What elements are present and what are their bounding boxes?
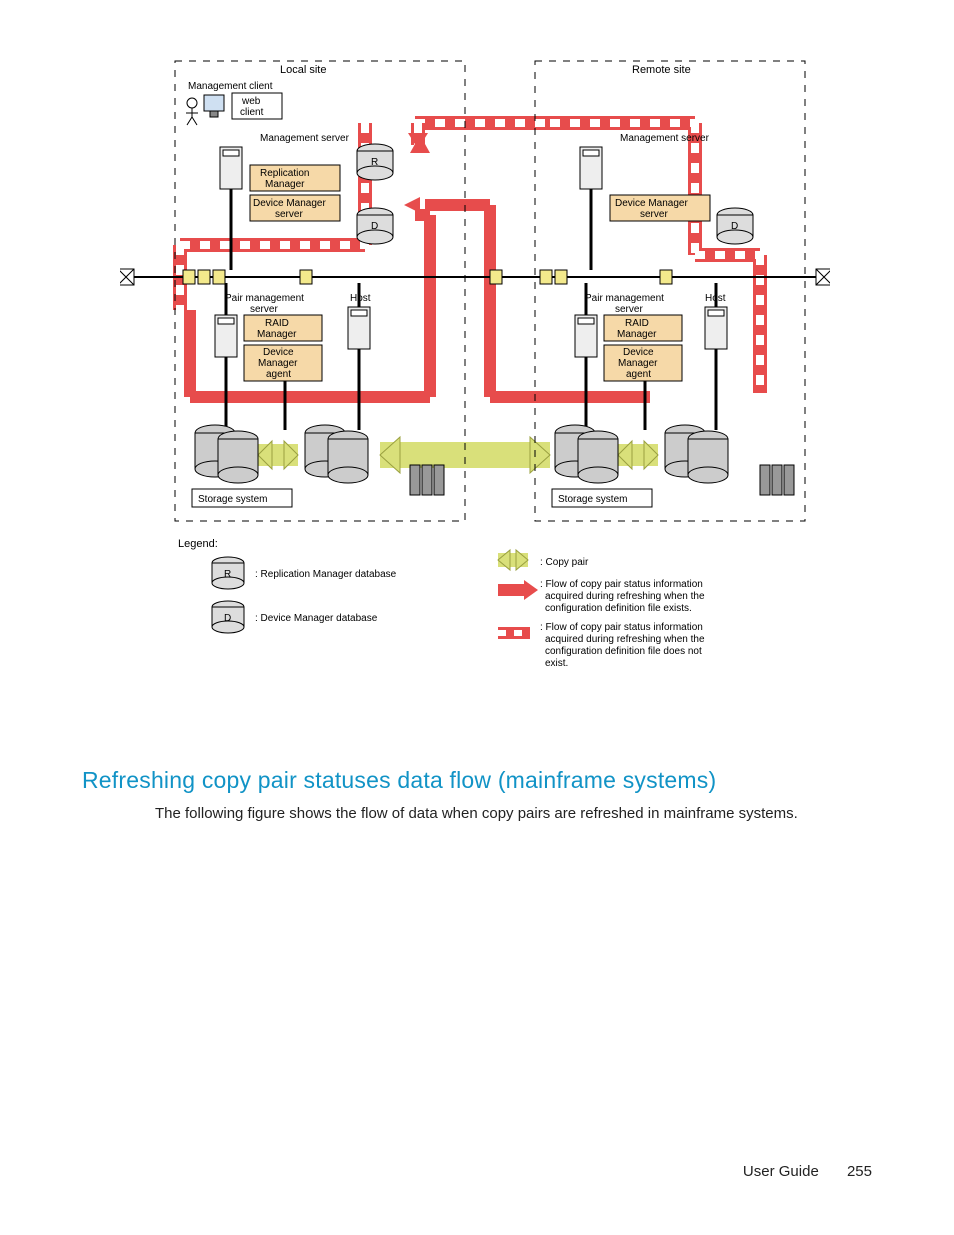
svg-text:D: D: [224, 613, 231, 624]
d-label-l: D: [371, 221, 378, 232]
repl-mgr-label-1: Replication: [260, 168, 309, 179]
legend-rep-db: : Replication Manager database: [255, 569, 397, 580]
d-label-r: D: [731, 221, 738, 232]
mgmt-client-label: Management client: [188, 81, 273, 92]
dev-mgr-agent-l-1: Device: [263, 347, 294, 358]
dev-mgr-agent-r-3: agent: [626, 369, 651, 380]
mgmt-server-l-label: Management server: [260, 133, 350, 144]
page-footer: User Guide 255: [743, 1163, 872, 1180]
storage-r-label: Storage system: [558, 494, 627, 505]
web-client-label-2: client: [240, 107, 264, 118]
body-paragraph: The following figure shows the flow of d…: [155, 805, 798, 822]
raid-mgr-r-1: RAID: [625, 318, 649, 329]
svg-text:exist.: exist.: [545, 658, 568, 669]
raid-mgr-l-2: Manager: [257, 329, 297, 340]
legend-copy-pair: : Copy pair: [540, 557, 589, 568]
pair-mgmt-r-2: server: [615, 304, 643, 315]
legend-dev-db: : Device Manager database: [255, 613, 378, 624]
legend-title: Legend:: [178, 538, 218, 550]
section-heading: Refreshing copy pair statuses data flow …: [82, 767, 716, 794]
remote-site-label: Remote site: [632, 64, 691, 76]
dev-mgr-srv-r-1: Device Manager: [615, 198, 688, 209]
raid-mgr-l-1: RAID: [265, 318, 289, 329]
dev-mgr-srv-l-1: Device Manager: [253, 198, 326, 209]
svg-text:configuration definition file: configuration definition file exists.: [545, 603, 692, 614]
dev-mgr-agent-r-2: Manager: [618, 358, 658, 369]
page-number: 255: [847, 1163, 872, 1180]
raid-mgr-r-2: Manager: [617, 329, 657, 340]
legend-flow-exists-1: : Flow of copy pair status information: [540, 579, 703, 590]
dev-mgr-srv-l-2: server: [275, 209, 303, 220]
local-site-label: Local site: [280, 64, 326, 76]
repl-mgr-label-2: Manager: [265, 179, 305, 190]
footer-label: User Guide: [743, 1163, 819, 1180]
architecture-diagram: Local site Remote site Management client…: [120, 55, 830, 745]
dev-mgr-srv-r-2: server: [640, 209, 668, 220]
svg-text:acquired during refreshing whe: acquired during refreshing when the: [545, 591, 705, 602]
legend-flow-notexist-1: : Flow of copy pair status information: [540, 622, 703, 633]
pair-mgmt-l-2: server: [250, 304, 278, 315]
pair-mgmt-l-1: Pair management: [225, 293, 304, 304]
dev-mgr-agent-l-2: Manager: [258, 358, 298, 369]
r-label-l: R: [371, 157, 378, 168]
storage-l-label: Storage system: [198, 494, 267, 505]
mgmt-server-r-label: Management server: [620, 133, 710, 144]
svg-text:R: R: [224, 569, 231, 580]
pair-mgmt-r-1: Pair management: [585, 293, 664, 304]
svg-text:configuration definition file: configuration definition file does not: [545, 646, 702, 657]
dev-mgr-agent-r-1: Device: [623, 347, 654, 358]
svg-text:acquired during refreshing whe: acquired during refreshing when the: [545, 634, 705, 645]
dev-mgr-agent-l-3: agent: [266, 369, 291, 380]
